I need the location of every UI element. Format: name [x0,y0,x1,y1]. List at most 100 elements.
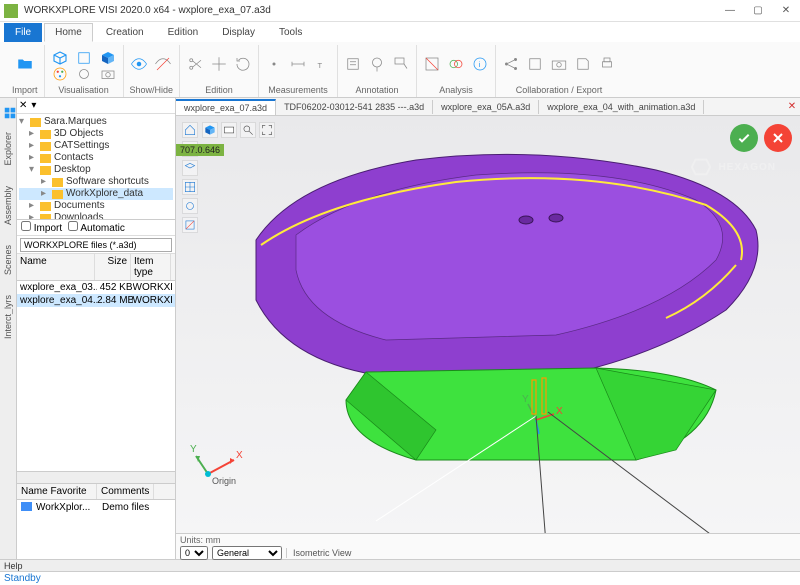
note-icon[interactable] [344,55,362,73]
sidetab-explorer[interactable]: Explorer [1,128,15,170]
open-folder-icon[interactable] [16,55,34,73]
title-bar: WORKXPLORE VISI 2020.0 x64 - wxplore_exa… [0,0,800,22]
minimize-button[interactable]: — [720,5,740,16]
svg-text:i: i [479,60,481,69]
panel-pin-icon[interactable]: ▾ [31,100,36,111]
import-checkbox[interactable]: Import [21,221,62,234]
favorite-row[interactable]: WorkXplor... Demo files [17,500,175,515]
document-tab[interactable]: TDF06202-03012-541 2835 ---.a3d [276,100,433,114]
file-row[interactable]: wxplore_exa_03... 452 KB WORKXPL [17,281,175,294]
ribbon-group-label: Measurements [268,85,328,95]
view-icon[interactable] [75,65,93,83]
tab-tools[interactable]: Tools [268,23,313,42]
export-icon[interactable] [526,55,544,73]
tab-home[interactable]: Home [44,23,93,42]
tree-item[interactable]: Contacts [54,152,93,164]
automatic-checkbox[interactable]: Automatic [68,221,125,234]
vt-search-icon[interactable] [240,122,256,138]
reject-button[interactable] [764,124,792,152]
folder-tree[interactable]: ▾Sara.Marques ▸3D Objects ▸CATSettings ▸… [17,114,175,220]
measure-text-icon[interactable]: T [313,55,331,73]
file-row[interactable]: wxplore_exa_04... 2.84 MB WORKXPL [17,294,175,307]
tab-display[interactable]: Display [211,23,266,42]
move-icon[interactable] [210,55,228,73]
accept-button[interactable] [730,124,758,152]
config-select[interactable]: General [212,546,282,560]
hide-icon[interactable] [154,55,172,73]
help-bar: Help [0,559,800,571]
ribbon: Import Visualisation Show/Hide Edition [0,42,800,98]
compare-icon[interactable] [447,55,465,73]
tree-item[interactable]: CATSettings [54,140,109,152]
ribbon-group-label: Visualisation [58,85,108,95]
document-tabs: wxplore_exa_07.a3d TDF06202-03012-541 28… [176,98,800,116]
vt-section-icon[interactable] [182,217,198,233]
document-tab[interactable]: wxplore_exa_07.a3d [176,99,276,115]
panel-close-icon[interactable]: ✕ [19,100,27,111]
y-label: Y [190,444,197,455]
document-tab[interactable]: wxplore_exa_05A.a3d [433,100,539,114]
measure-point-icon[interactable] [265,55,283,73]
document-tab[interactable]: wxplore_exa_04_with_animation.a3d [539,100,704,114]
section-icon[interactable] [423,55,441,73]
ribbon-group-label: Show/Hide [130,85,174,95]
tree-item[interactable]: 3D Objects [54,128,103,140]
file-list-scrollbar[interactable] [17,471,175,483]
tree-item[interactable]: WorkXplore_data [66,188,143,200]
svg-text:X: X [556,406,563,417]
svg-text:Y: Y [522,394,529,405]
file-list[interactable]: wxplore_exa_03... 452 KB WORKXPL wxplore… [17,281,175,471]
sidetab-scenes[interactable]: Scenes [1,241,15,279]
tree-root[interactable]: Sara.Marques [44,116,107,128]
3d-viewport[interactable]: 707.0.646 HEXAGON [176,116,800,533]
sidetab-layers[interactable]: Interct_lyrs [1,291,15,343]
coordinate-readout: 707.0.646 [176,144,224,156]
app-icon [4,4,18,18]
sidebar: Explorer Assembly Scenes Interct_lyrs ✕ … [0,98,176,559]
camera2-icon[interactable] [550,55,568,73]
hexagon-watermark: HEXAGON [690,156,776,178]
info-icon[interactable]: i [471,55,489,73]
tree-item[interactable]: Desktop [54,164,91,176]
sidetab-assembly[interactable]: Assembly [1,182,15,229]
maximize-button[interactable]: ▢ [748,5,768,16]
units-label: Units: mm [176,534,800,546]
ribbon-group-label: Edition [205,85,233,95]
share-icon[interactable] [502,55,520,73]
vt-layers-icon[interactable] [182,160,198,176]
file-filter-input[interactable] [20,238,172,252]
save-icon[interactable] [574,55,592,73]
svg-text:T: T [318,61,323,70]
origin-triad: X Y Origin [190,436,250,489]
ribbon-group-label: Analysis [439,85,473,95]
print-icon[interactable] [598,55,616,73]
x-label: X [236,450,243,461]
folder-icon [21,502,32,511]
vt-snap-icon[interactable] [182,198,198,214]
show-icon[interactable] [130,55,148,73]
close-button[interactable]: ✕ [776,5,796,16]
camera-icon[interactable] [99,65,117,83]
palette-icon[interactable] [51,65,69,83]
rotate-icon[interactable] [234,55,252,73]
measure-dist-icon[interactable] [289,55,307,73]
vt-home-icon[interactable] [182,122,198,138]
tree-item[interactable]: Software shortcuts [66,176,149,188]
tree-item[interactable]: Documents [54,200,105,212]
scissors-icon[interactable] [186,55,204,73]
vt-grid-icon[interactable] [182,179,198,195]
vt-cube-icon[interactable] [202,122,218,138]
vt-fit-icon[interactable] [259,122,275,138]
document-close-icon[interactable]: ✕ [784,101,800,112]
tab-creation[interactable]: Creation [95,23,155,42]
callout-icon[interactable] [392,55,410,73]
view-label: Isometric View [286,548,351,558]
tab-file[interactable]: File [4,23,42,42]
balloon-icon[interactable] [368,55,386,73]
tree-item[interactable]: Downloads [54,212,103,220]
layer-select[interactable]: 0 [180,546,208,560]
panel-toolbar: ✕ ▾ [17,98,175,114]
tab-edition[interactable]: Edition [157,23,210,42]
sidetab-windows-icon[interactable] [1,102,15,116]
vt-rect-icon[interactable] [221,122,237,138]
